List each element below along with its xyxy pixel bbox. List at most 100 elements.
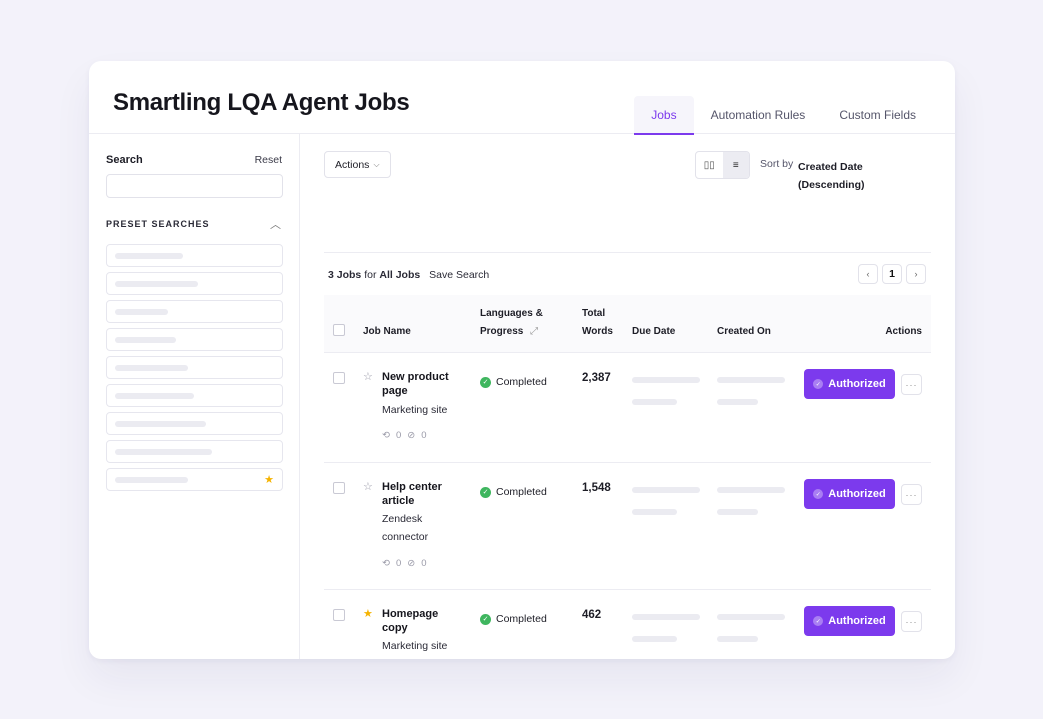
preset-item[interactable] [106,272,283,295]
job-count: 3 Jobs [328,269,362,281]
row-checkbox[interactable] [333,481,345,499]
star-outline-icon[interactable]: ☆ [363,480,373,493]
table-row[interactable]: ★ Homepage copy Marketing site ⟲0 ⊘0 ✓ C… [324,590,931,659]
tab-bar: Jobs Automation Rules Custom Fields [634,96,933,135]
due-date-skeleton [632,636,677,642]
preset-item[interactable] [106,384,283,407]
status-badge: ✓ Completed [480,613,547,625]
created-on-skeleton [717,377,785,383]
table-row[interactable]: ☆ Help center article Zendesk connector … [324,463,931,590]
job-source: Marketing site [382,640,448,652]
check-circle-icon: ✓ [480,376,491,388]
sort-value[interactable]: Created Date (Descending) [798,158,878,194]
created-on-skeleton [717,636,758,642]
check-circle-icon: ✓ [480,613,491,625]
star-filled-icon[interactable]: ★ [363,607,373,620]
created-on-skeleton [717,399,758,405]
skeleton-bar [115,252,183,259]
header-actions: Actions [885,326,922,337]
tab-automation-rules[interactable]: Automation Rules [694,96,823,134]
table-header: Job Name Languages & Progress ⤢ Total Wo… [324,295,931,353]
more-options-button[interactable]: ··· [901,484,922,505]
preset-item[interactable] [106,440,283,463]
preset-item-starred[interactable]: ★ [106,468,283,491]
job-name[interactable]: Help center article [382,480,462,508]
for-text: for [364,269,377,281]
authorized-label: Authorized [828,488,886,500]
total-words: 2,387 [582,372,611,384]
current-page[interactable]: 1 [882,264,902,284]
authorized-label: Authorized [828,615,886,627]
due-date-skeleton [632,614,700,620]
card-view-icon[interactable]: ▯▯ [696,152,723,178]
preset-list: ★ [106,244,283,491]
prev-page-icon[interactable]: ‹ [858,264,878,284]
check-icon: ✓ [813,616,824,626]
status-label: Completed [496,486,547,498]
card-header: Smartling LQA Agent Jobs Jobs Automation… [89,61,955,135]
due-date-skeleton [632,509,677,515]
skeleton-bar [115,476,188,483]
created-on-skeleton [717,614,785,620]
check-icon: ✓ [813,379,824,389]
view-toggle: ▯▯ ≡ [695,151,750,179]
search-label: Search [106,154,143,166]
search-input[interactable] [106,174,283,198]
due-date-skeleton [632,377,700,383]
expand-icon[interactable]: ⤢ [530,326,538,337]
header-languages[interactable]: Languages & Progress ⤢ [480,305,550,341]
status-badge: ✓ Completed [480,486,547,498]
authorized-button[interactable]: ✓ Authorized [804,606,895,636]
header-job-name[interactable]: Job Name [363,323,411,341]
authorized-button[interactable]: ✓ Authorized [804,369,895,399]
search-header: Search Reset [106,154,282,166]
jobs-table: Job Name Languages & Progress ⤢ Total Wo… [324,295,931,659]
list-view-icon[interactable]: ≡ [722,152,749,178]
select-all-checkbox[interactable] [333,324,345,343]
star-filled-icon[interactable]: ★ [264,473,274,486]
attachment-count: 0 [421,558,427,569]
job-name[interactable]: New product page [382,370,462,398]
actions-label: Actions [335,158,370,171]
skeleton-bar [115,364,188,371]
attachment-icon: ⊘ [407,430,416,441]
tab-custom-fields[interactable]: Custom Fields [822,96,933,134]
chevron-up-icon[interactable]: ︿ [270,216,282,232]
due-date-skeleton [632,487,700,493]
more-options-button[interactable]: ··· [901,611,922,632]
created-on-skeleton [717,487,785,493]
next-page-icon[interactable]: › [906,264,926,284]
more-options-button[interactable]: ··· [901,374,922,395]
header-total-words[interactable]: Total Words [582,305,622,341]
preset-item[interactable] [106,356,283,379]
page-title: Smartling LQA Agent Jobs [113,89,410,116]
skeleton-bar [115,336,176,343]
preset-searches-header[interactable]: PRESET SEARCHES ︿ [106,216,282,232]
total-words: 462 [582,609,602,621]
header-due-date[interactable]: Due Date [632,323,675,341]
job-source: Marketing site [382,404,448,416]
reset-link[interactable]: Reset [255,154,282,166]
preset-item[interactable] [106,328,283,351]
preset-item[interactable] [106,244,283,267]
save-search-link[interactable]: Save Search [429,269,489,281]
job-name[interactable]: Homepage copy [382,607,462,635]
divider [324,252,931,253]
attachment-count: 0 [421,430,427,441]
header-created-on[interactable]: Created On [717,323,771,341]
row-checkbox[interactable] [333,608,345,626]
tab-jobs[interactable]: Jobs [634,96,694,135]
preset-item[interactable] [106,300,283,323]
comment-count: 0 [395,430,402,441]
due-date-skeleton [632,399,677,405]
authorized-button[interactable]: ✓ Authorized [804,479,895,509]
row-checkbox[interactable] [333,371,345,389]
results-summary: 3 Jobs for All Jobs Save Search [328,269,489,281]
preset-item[interactable] [106,412,283,435]
star-outline-icon[interactable]: ☆ [363,370,373,383]
table-row[interactable]: ☆ New product page Marketing site ⟲ 0 ⊘ 0 … [324,353,931,463]
jobs-card: Smartling LQA Agent Jobs Jobs Automation… [89,61,955,659]
skeleton-bar [115,448,212,455]
actions-dropdown[interactable]: Actions ⌵ [324,151,391,178]
sidebar: Search Reset PRESET SEARCHES ︿ ★ [89,134,300,659]
